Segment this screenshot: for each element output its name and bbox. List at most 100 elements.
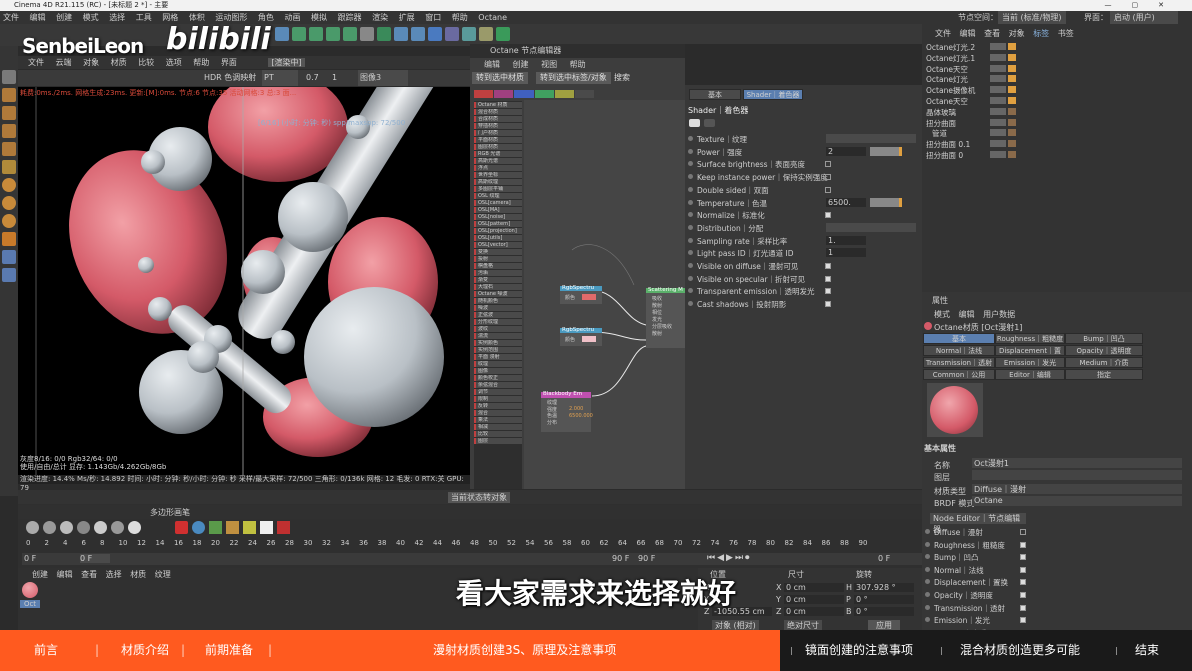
snap-settings-icon[interactable] <box>2 196 16 210</box>
shader-prop-checkbox[interactable] <box>825 161 831 168</box>
visibility-toggle-icon[interactable] <box>990 53 1006 61</box>
node-palette-item[interactable]: 湍流 <box>474 333 522 339</box>
visibility-toggle-icon[interactable] <box>990 43 1006 50</box>
node-palette-item[interactable]: 颜色校正 <box>474 375 522 381</box>
menu-window[interactable]: 窗口 <box>425 13 441 22</box>
node-palette-item[interactable]: OSL[noise] <box>474 214 522 220</box>
image-mode-select[interactable]: 图像3 <box>358 70 408 86</box>
shader-prop-checkbox[interactable] <box>825 275 831 282</box>
texture-mode-icon[interactable] <box>2 88 16 102</box>
tag-icon[interactable] <box>1008 140 1016 148</box>
attr-tab[interactable]: 指定 <box>1065 369 1143 380</box>
exposure-value[interactable]: 0.7 <box>306 70 319 86</box>
node-palette-item[interactable]: 纹理 <box>474 361 522 367</box>
attr-tab[interactable]: Roughness｜粗糙度 <box>995 333 1065 344</box>
paint-icon[interactable] <box>2 232 16 246</box>
shader-prop-checkbox[interactable] <box>825 288 831 295</box>
node-palette-item[interactable]: 分形纹理 <box>474 319 522 325</box>
node-palette-item[interactable]: 高斯光谱 <box>474 158 522 164</box>
attr-menu-userdata[interactable]: 用户数据 <box>983 310 1015 319</box>
chapter-diffuse[interactable]: 漫射材质创建3S、原理及注意事项 <box>433 630 616 671</box>
scene-icon[interactable] <box>377 27 391 41</box>
tag-icon[interactable] <box>1008 75 1016 83</box>
animate-dot-icon[interactable] <box>688 263 693 268</box>
shader-prop-checkbox[interactable] <box>825 301 831 308</box>
node-palette-item[interactable]: 随机颜色 <box>474 298 522 304</box>
node-palette-item[interactable]: OSL[vector] <box>474 242 522 248</box>
menu-simulate[interactable]: 模拟 <box>311 13 327 22</box>
node-palette-item[interactable]: 图层 <box>474 438 522 444</box>
tag-icon[interactable] <box>1008 107 1016 115</box>
rgb-spectrum-node-2[interactable]: RgbSpectru 颜色 <box>560 327 602 346</box>
animate-dot-icon[interactable] <box>688 237 693 243</box>
animate-dot-icon[interactable] <box>688 275 693 281</box>
shader-prop-checkbox[interactable] <box>825 186 831 193</box>
visibility-toggle-icon[interactable] <box>990 151 1006 158</box>
vp-menu-file[interactable]: 文件 <box>28 58 44 67</box>
node-palette-item[interactable]: 比较 <box>474 431 522 437</box>
kernel-select[interactable]: PT <box>262 70 298 86</box>
plane-icon[interactable] <box>260 521 273 534</box>
menu-tools[interactable]: 工具 <box>136 13 152 22</box>
attr-tab[interactable]: Emission｜发光 <box>995 357 1065 368</box>
window-controls[interactable]: —▢✕ <box>1105 0 1184 11</box>
lock-icon[interactable] <box>2 268 16 282</box>
node-palette-item[interactable]: 变换 <box>474 249 522 255</box>
vp-menu-cloud[interactable]: 云端 <box>56 58 72 67</box>
tag-icon[interactable] <box>1008 129 1016 137</box>
node-palette-item[interactable]: 图像 <box>474 368 522 374</box>
object-row[interactable]: 管道 <box>932 128 947 139</box>
gear-icon[interactable] <box>360 27 374 41</box>
frame-right[interactable]: 0 F <box>878 554 890 563</box>
sphere-icon[interactable] <box>26 521 39 534</box>
chapter-end[interactable]: 结束 <box>1135 630 1159 671</box>
chapter-mix[interactable]: 混合材质创造更多可能 <box>960 630 1080 671</box>
current-state-to-object-button[interactable]: 当前状态转对象 <box>448 492 510 503</box>
node-palette-item[interactable]: 混合材质 <box>474 109 522 115</box>
shader-value-field[interactable]: 1. <box>826 235 866 245</box>
shader-value-field[interactable]: 6500. <box>826 197 866 207</box>
chapter-intro[interactable]: 前言 <box>34 630 58 671</box>
obj-menu-file[interactable]: 文件 <box>935 29 951 38</box>
model-mode-icon[interactable] <box>2 70 16 84</box>
lamp-icon[interactable] <box>479 27 493 41</box>
node-palette-item[interactable]: 正弦波 <box>474 312 522 318</box>
hdr-tonemap-select[interactable]: HDR 色调映射 <box>204 70 256 86</box>
shader-prop-checkbox[interactable] <box>825 263 831 269</box>
node-palette-item[interactable]: 合成材质 <box>474 116 522 122</box>
mograph-icon[interactable] <box>226 521 239 534</box>
vp-menu-compare[interactable]: 比较 <box>138 58 154 67</box>
node-palette-item[interactable]: 乘法 <box>474 417 522 423</box>
shader-prop-checkbox[interactable] <box>825 212 831 219</box>
scattering-medium-node[interactable]: Scattering M 吸收 散射 相位 发光 分层吸收 散射 <box>646 287 686 348</box>
goto-tag-button[interactable]: 转到选中标签/对象 <box>536 72 611 84</box>
node-palette-item[interactable]: RGB 光谱 <box>474 151 522 157</box>
menu-animate[interactable]: 动画 <box>284 13 300 22</box>
sun-icon[interactable] <box>243 521 256 534</box>
channel-checkbox[interactable] <box>1020 554 1026 561</box>
vp-menu-gui[interactable]: 界面 <box>221 58 237 67</box>
grid-icon[interactable] <box>2 250 16 264</box>
menu-select[interactable]: 选择 <box>109 13 125 22</box>
sphere-icon[interactable] <box>94 521 107 534</box>
node-menu-view[interactable]: 视图 <box>541 60 557 69</box>
sphere-icon[interactable] <box>111 521 124 534</box>
animate-dot-icon[interactable] <box>925 541 930 547</box>
node-palette-item[interactable]: 多图层平铺 <box>474 186 522 192</box>
vp-menu-help[interactable]: 帮助 <box>193 58 209 67</box>
timeline-ruler[interactable]: 0 2 4 6 8 10 12 14 16 18 20 22 24 26 28 30 32 34 36 38 40 42 4… <box>22 539 922 549</box>
obj-menu-bookmarks[interactable]: 书签 <box>1058 29 1074 38</box>
node-palette-item[interactable]: 噪波 <box>474 305 522 311</box>
tag-icon[interactable] <box>1008 43 1016 50</box>
menu-volume[interactable]: 体积 <box>189 13 205 22</box>
house-icon[interactable] <box>496 27 510 41</box>
node-palette-item[interactable]: 棋盘格 <box>474 263 522 269</box>
node-palette-item[interactable]: 图层材质 <box>474 144 522 150</box>
chapter-specular[interactable]: 镜面创建的注意事项 <box>805 630 913 671</box>
vp-menu-options[interactable]: 选项 <box>166 58 182 67</box>
layout-select[interactable]: 启动 (用户) <box>1110 11 1178 24</box>
visibility-toggle-icon[interactable] <box>990 97 1006 104</box>
visibility-toggle-icon[interactable] <box>990 129 1006 137</box>
name-field[interactable]: Oct漫射1 <box>972 458 1182 468</box>
menu-mode[interactable]: 模式 <box>83 13 99 22</box>
